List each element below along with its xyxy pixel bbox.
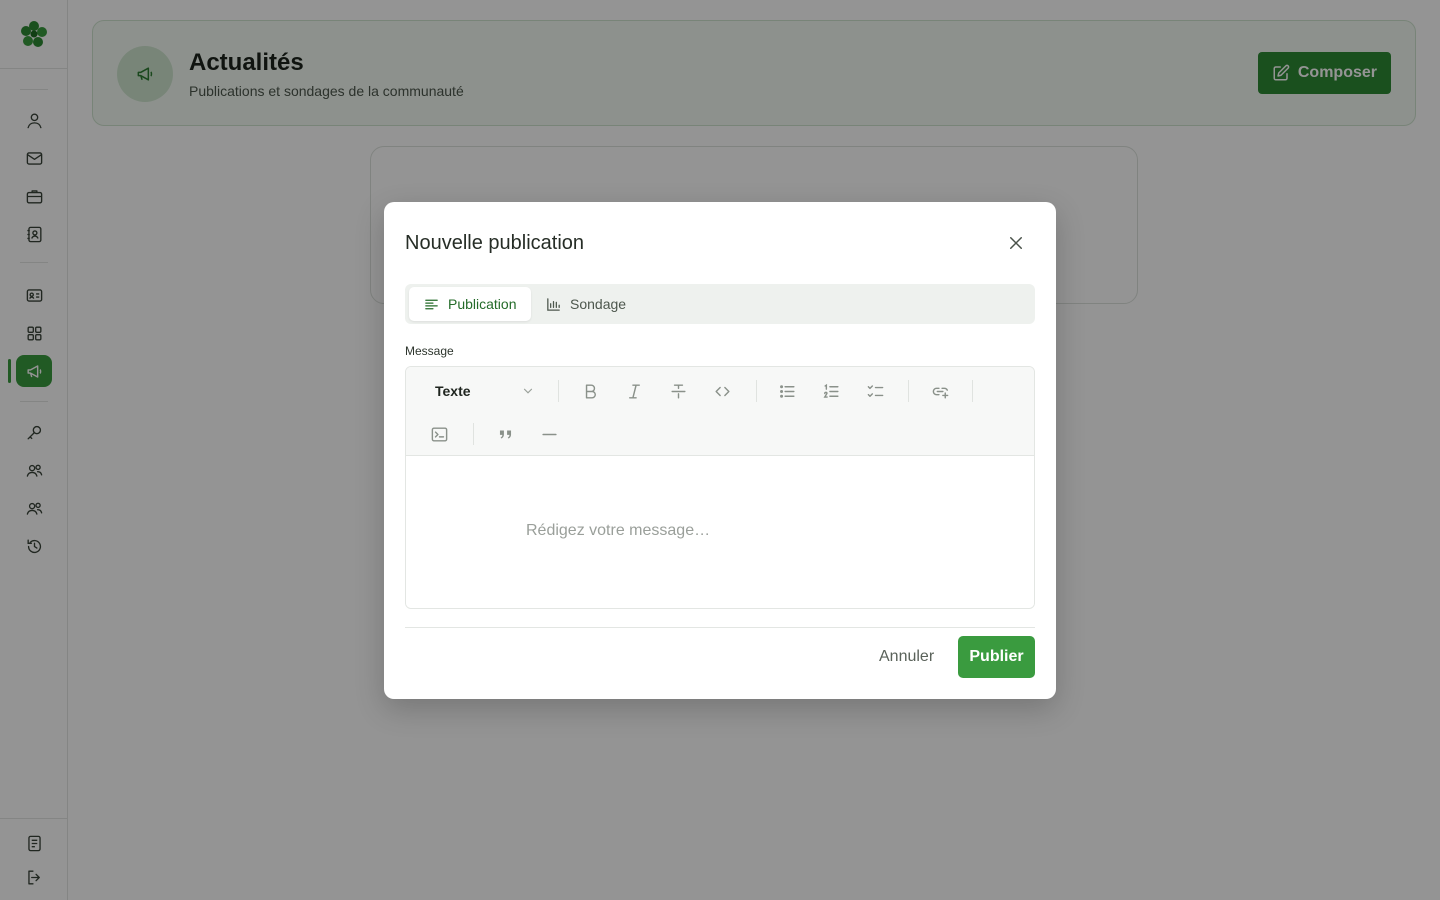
ordered-list-button[interactable]	[817, 377, 845, 405]
tab-label: Sondage	[570, 296, 627, 312]
link-icon	[932, 387, 948, 399]
quote-icon	[499, 430, 511, 438]
code-button[interactable]	[708, 377, 736, 405]
post-type-tabs: Publication Sondage	[405, 284, 1035, 324]
new-post-dialog: Nouvelle publication Publication Sondage…	[384, 202, 1056, 699]
rich-text-editor: Texte Rédigez votre message…	[405, 366, 1035, 609]
tab-label: Publication	[448, 296, 517, 312]
dialog-footer-divider	[405, 627, 1035, 628]
block-type-select[interactable]: Texte	[435, 380, 535, 402]
tab-sondage[interactable]: Sondage	[531, 287, 640, 321]
text-align-icon	[425, 299, 438, 309]
checklist-icon	[867, 384, 883, 397]
strikethrough-icon	[670, 383, 686, 399]
chevron-down-icon	[523, 388, 533, 394]
code-block-button[interactable]	[425, 420, 453, 448]
bold-icon	[585, 383, 596, 399]
ordered-list-icon	[823, 383, 839, 398]
block-type-value: Texte	[435, 383, 471, 399]
bullet-list-icon	[779, 384, 795, 398]
bold-button[interactable]	[576, 377, 604, 405]
message-label: Message	[405, 344, 454, 358]
toolbar-divider	[972, 380, 973, 402]
editor-toolbar: Texte	[406, 367, 1034, 456]
toolbar-divider	[558, 380, 559, 402]
toolbar-divider	[473, 423, 474, 445]
italic-button[interactable]	[620, 377, 648, 405]
toolbar-divider	[908, 380, 909, 402]
code-icon	[714, 386, 730, 396]
close-icon	[1010, 237, 1022, 249]
horizontal-rule-icon	[541, 433, 557, 435]
close-button[interactable]	[1006, 233, 1026, 253]
toolbar-divider	[756, 380, 757, 402]
message-textarea[interactable]: Rédigez votre message…	[406, 456, 1034, 608]
horizontal-rule-button[interactable]	[535, 420, 563, 448]
blockquote-button[interactable]	[491, 420, 519, 448]
link-button[interactable]	[926, 377, 954, 405]
cancel-button[interactable]: Annuler	[868, 636, 945, 678]
dialog-title: Nouvelle publication	[405, 232, 585, 254]
terminal-icon	[431, 426, 447, 442]
task-list-button[interactable]	[861, 377, 889, 405]
tab-publication[interactable]: Publication	[409, 287, 531, 321]
message-placeholder: Rédigez votre message…	[526, 522, 711, 539]
bar-chart-icon	[547, 297, 560, 311]
publish-button[interactable]: Publier	[958, 636, 1035, 678]
italic-icon	[628, 383, 640, 399]
bullet-list-button[interactable]	[773, 377, 801, 405]
strikethrough-button[interactable]	[664, 377, 692, 405]
